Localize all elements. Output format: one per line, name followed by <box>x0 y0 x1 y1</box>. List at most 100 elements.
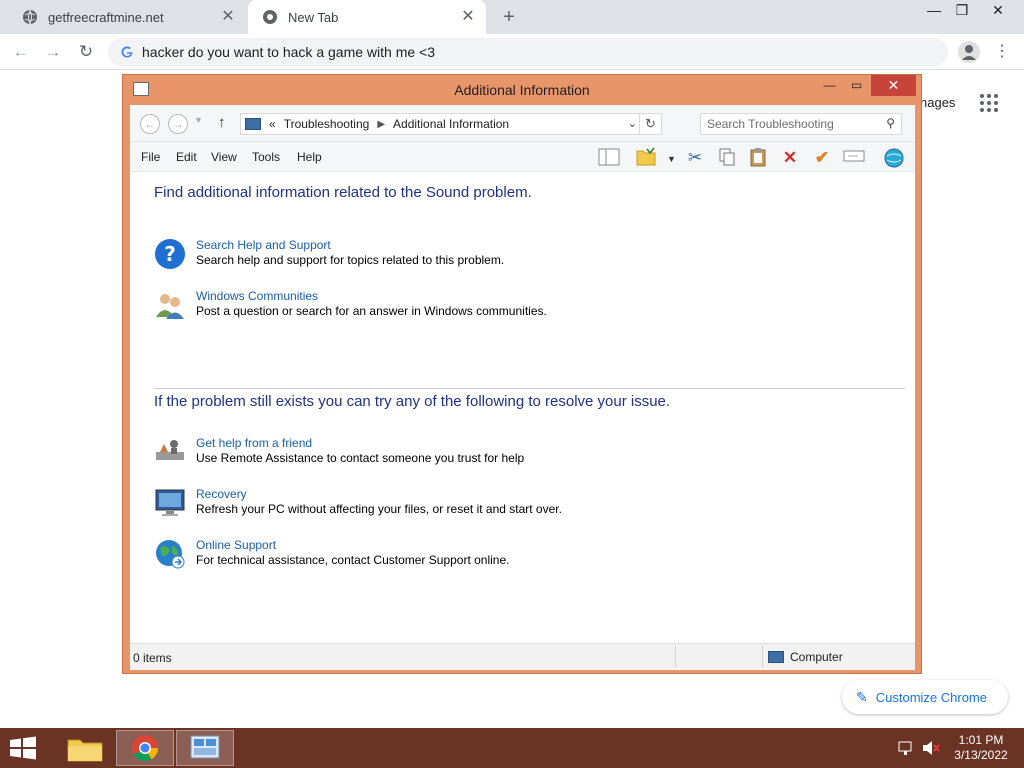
back-arrow-icon[interactable]: ← <box>9 40 33 64</box>
globe-favicon-icon <box>23 9 37 25</box>
menu-kebab-icon[interactable]: ⋮ <box>992 42 1012 62</box>
menu-help[interactable]: Help <box>297 150 322 164</box>
item-count: 0 items <box>133 651 172 665</box>
recovery-link[interactable]: Recovery <box>196 487 247 501</box>
taskbar-file-explorer[interactable] <box>56 730 114 766</box>
window-title-bar[interactable]: Additional Information — ▭ ✕ <box>123 75 921 105</box>
list-item-search-help[interactable]: ? Search Help and Support Search help an… <box>154 238 854 278</box>
window-title: Additional Information <box>454 82 590 98</box>
get-help-friend-desc: Use Remote Assistance to contact someone… <box>196 451 525 465</box>
breadcrumb-troubleshooting[interactable]: Troubleshooting <box>284 117 370 131</box>
address-breadcrumb[interactable]: « Troubleshooting ▶ Additional Informati… <box>240 113 662 135</box>
volume-muted-tray-icon[interactable] <box>920 728 942 768</box>
online-support-link[interactable]: Online Support <box>196 538 276 552</box>
list-item-recovery[interactable]: Recovery Refresh your PC without affecti… <box>154 487 854 527</box>
window-body: ← → ▼ ↑ « Troubleshooting ▶ Additional I… <box>130 105 915 670</box>
cut-icon[interactable]: ✂ <box>684 147 706 169</box>
layout-pane-icon[interactable] <box>598 147 620 169</box>
recovery-desc: Refresh your PC without affecting your f… <box>196 502 562 516</box>
clock-time: 1:01 PM <box>958 733 1004 747</box>
images-link[interactable]: nages <box>920 95 955 110</box>
pencil-icon: ✎ <box>856 688 868 705</box>
recent-dropdown-icon[interactable]: ▼ <box>194 115 203 125</box>
tab-title: New Tab <box>288 9 339 25</box>
apps-grid-icon[interactable] <box>980 94 1000 114</box>
menu-tools[interactable]: Tools <box>252 150 280 164</box>
online-support-desc: For technical assistance, contact Custom… <box>196 553 510 567</box>
taskbar-clock[interactable]: 1:01 PM 3/13/2022 <box>948 733 1014 763</box>
menu-edit[interactable]: Edit <box>176 150 197 164</box>
window-maximize-button[interactable]: ▭ <box>843 75 870 96</box>
properties-check-icon[interactable]: ✔ <box>811 147 833 169</box>
taskbar-control-panel[interactable] <box>176 730 234 766</box>
up-arrow-icon[interactable]: ↑ <box>218 114 226 131</box>
status-location: Computer <box>768 650 843 664</box>
window-close-button[interactable]: ✕ <box>871 75 916 96</box>
address-dropdown-icon[interactable]: ⌄ <box>628 117 637 130</box>
recovery-icon <box>155 489 185 516</box>
delete-icon[interactable]: ✕ <box>779 147 801 169</box>
taskbar-chrome[interactable] <box>116 730 174 766</box>
omnibox-text: hacker do you want to hack a game with m… <box>142 44 435 60</box>
search-troubleshooting-input[interactable]: Search Troubleshooting ⚲ <box>700 113 902 135</box>
section-heading-resolve: If the problem still exists you can try … <box>154 393 671 410</box>
search-icon[interactable]: ⚲ <box>886 116 895 130</box>
address-bar-area: ← → ▼ ↑ « Troubleshooting ▶ Additional I… <box>130 105 915 142</box>
windows-start-icon[interactable] <box>8 736 38 760</box>
search-help-support-link[interactable]: Search Help and Support <box>196 238 331 252</box>
globe-icon <box>156 540 185 569</box>
refresh-icon[interactable]: ↻ <box>639 114 661 134</box>
remote-assistance-icon <box>156 440 184 460</box>
control-panel-taskbar-icon <box>190 735 220 759</box>
profile-avatar-icon[interactable] <box>958 41 980 63</box>
chrome-favicon-icon <box>263 10 277 24</box>
omnibox[interactable]: hacker do you want to hack a game with m… <box>108 38 948 66</box>
rename-icon[interactable] <box>843 147 865 169</box>
section-heading-additional-info: Find additional information related to t… <box>154 184 532 201</box>
breadcrumb-overflow[interactable]: « <box>269 117 276 131</box>
forward-arrow-icon[interactable]: → <box>41 40 65 64</box>
copy-icon[interactable] <box>716 147 738 169</box>
status-bar: 0 items Computer <box>130 643 915 670</box>
window-minimize-button[interactable]: — <box>816 75 843 96</box>
network-globe-icon[interactable] <box>883 147 905 169</box>
file-explorer-icon <box>67 739 103 762</box>
restore-button[interactable]: ❐ <box>946 0 978 22</box>
back-button[interactable]: ← <box>140 114 160 134</box>
windows-communities-desc: Post a question or search for an answer … <box>196 304 547 318</box>
people-icon <box>156 294 184 319</box>
options-dropdown-icon[interactable]: ▼ <box>667 154 676 164</box>
list-item-get-help-friend[interactable]: Get help from a friend Use Remote Assist… <box>154 436 854 476</box>
browser-toolbar: ← → ↻ hacker do you want to hack a game … <box>0 34 1024 70</box>
computer-icon <box>768 651 784 663</box>
tab-close-icon[interactable]: ✕ <box>460 9 476 25</box>
new-tab-button[interactable]: + <box>498 6 520 28</box>
status-divider <box>762 646 763 668</box>
google-g-icon <box>121 46 133 58</box>
customize-chrome-button[interactable]: ✎ Customize Chrome <box>842 680 1008 714</box>
menu-bar: File Edit View Tools Help ▼ ✂ ✕ ✔ <box>130 142 915 172</box>
browser-tab-strip: getfreecraftmine.net ✕ New Tab ✕ + — ❐ ✕ <box>0 0 1024 34</box>
list-item-online-support[interactable]: Online Support For technical assistance,… <box>154 538 854 578</box>
tab-close-icon[interactable]: ✕ <box>220 9 236 25</box>
menu-file[interactable]: File <box>141 150 160 164</box>
paste-icon[interactable] <box>747 147 769 169</box>
reload-icon[interactable]: ↻ <box>74 40 98 64</box>
content-pane: Find additional information related to t… <box>130 172 915 642</box>
tab-title: getfreecraftmine.net <box>48 9 164 25</box>
tab-getfreecraftmine[interactable]: getfreecraftmine.net ✕ <box>8 0 246 34</box>
chrome-icon <box>132 735 159 762</box>
list-item-windows-communities[interactable]: Windows Communities Post a question or s… <box>154 289 854 329</box>
windows-communities-link[interactable]: Windows Communities <box>196 289 318 303</box>
help-icon: ? <box>155 239 185 269</box>
close-button[interactable]: ✕ <box>982 0 1014 22</box>
get-help-friend-link[interactable]: Get help from a friend <box>196 436 312 450</box>
breadcrumb-additional-information[interactable]: Additional Information <box>393 117 509 131</box>
status-location-label: Computer <box>790 650 843 664</box>
network-tray-icon[interactable] <box>896 728 916 768</box>
breadcrumb-chevron-icon[interactable]: ▶ <box>377 119 385 130</box>
folder-options-icon[interactable] <box>635 147 657 169</box>
menu-view[interactable]: View <box>211 150 237 164</box>
forward-button[interactable]: → <box>168 114 188 134</box>
tab-new-tab[interactable]: New Tab ✕ <box>248 0 486 34</box>
